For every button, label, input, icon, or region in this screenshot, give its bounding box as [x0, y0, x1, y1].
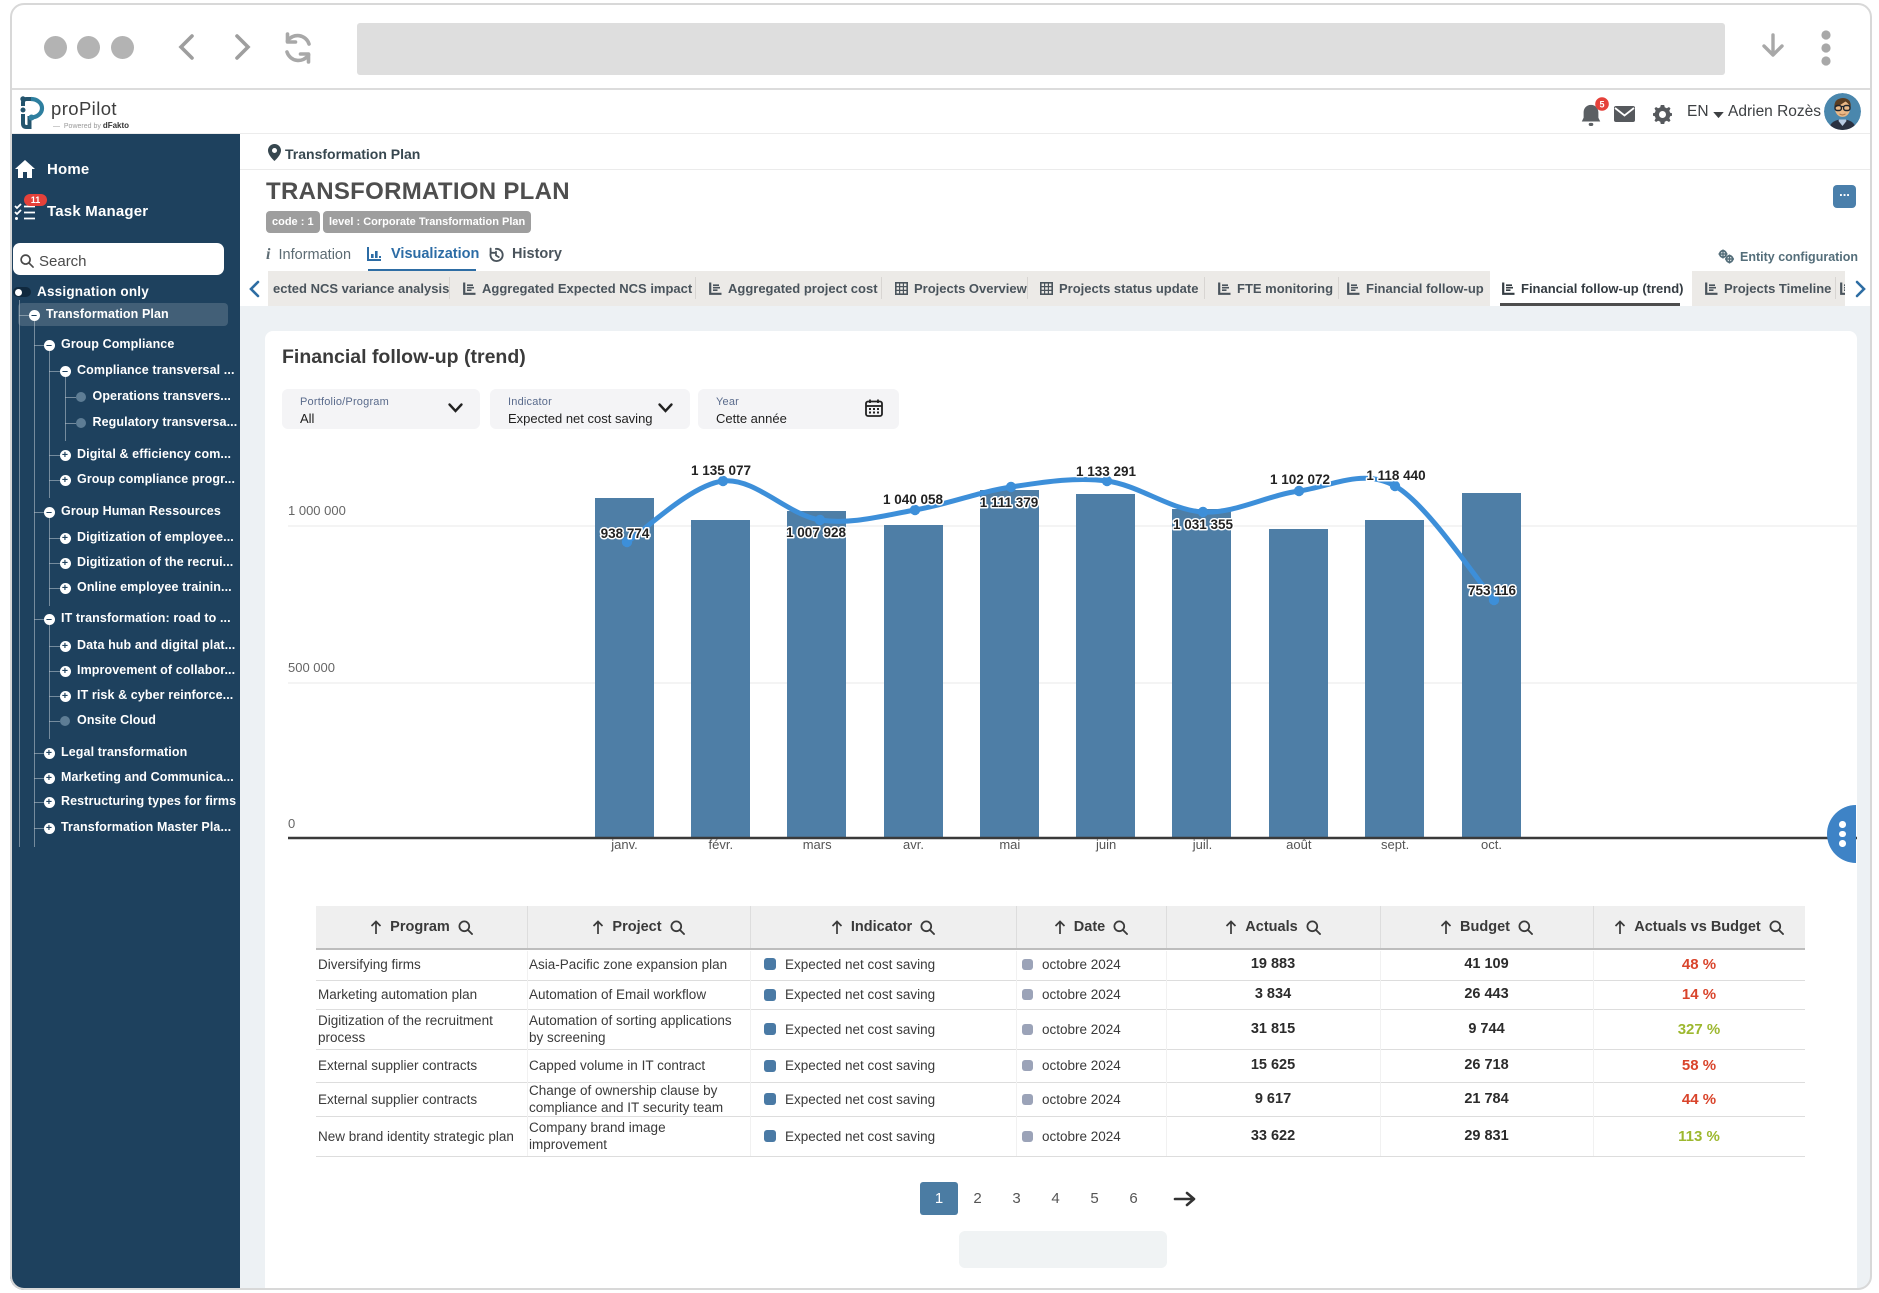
svg-text:1 118 440: 1 118 440 [1366, 468, 1425, 483]
svg-text:mars: mars [803, 837, 832, 852]
svg-text:juin: juin [1095, 837, 1116, 852]
svg-text:5: 5 [1599, 99, 1604, 109]
svg-text:1 133 291: 1 133 291 [1076, 464, 1137, 479]
svg-text:753 116: 753 116 [1468, 583, 1517, 598]
svg-text:1 135 077: 1 135 077 [691, 463, 751, 478]
svg-text:1 111 379: 1 111 379 [980, 495, 1039, 510]
svg-text:févr.: févr. [709, 837, 734, 852]
svg-text:oct.: oct. [1481, 837, 1502, 852]
svg-text:0: 0 [288, 816, 295, 831]
svg-text:avr.: avr. [903, 837, 924, 852]
svg-text:1 102 072: 1 102 072 [1270, 472, 1330, 487]
svg-text:sept.: sept. [1381, 837, 1409, 852]
svg-text:1 007 928: 1 007 928 [786, 525, 847, 540]
svg-text:juil.: juil. [1192, 837, 1213, 852]
svg-text:500 000: 500 000 [288, 660, 335, 675]
svg-text:août: août [1286, 837, 1312, 852]
svg-text:1 040 058: 1 040 058 [883, 492, 944, 507]
svg-text:janv.: janv. [610, 837, 638, 852]
svg-text:1 000 000: 1 000 000 [288, 503, 346, 518]
svg-text:mai: mai [999, 837, 1020, 852]
svg-text:1 031 355: 1 031 355 [1173, 517, 1234, 532]
svg-text:938 774: 938 774 [601, 526, 650, 541]
